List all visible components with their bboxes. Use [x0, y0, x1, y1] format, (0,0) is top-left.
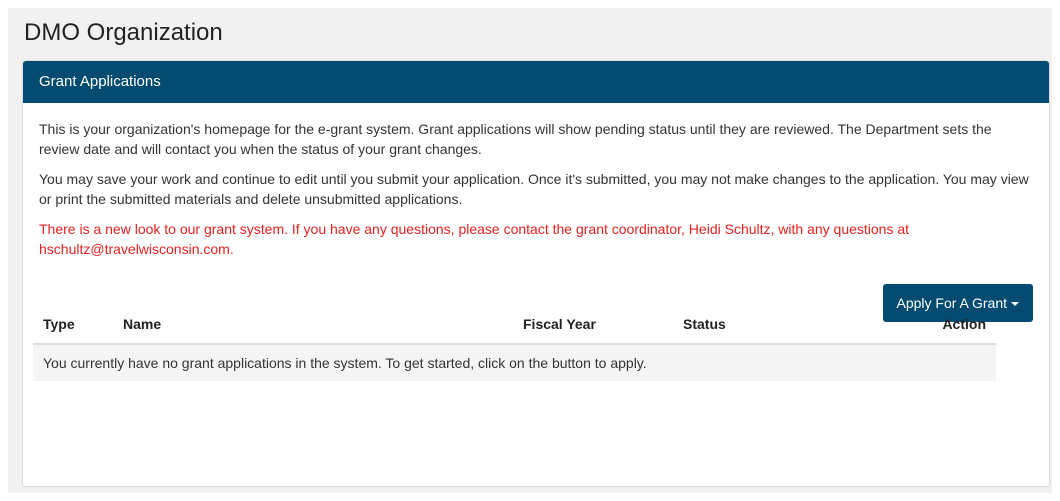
- column-header-fiscal-year: Fiscal Year: [513, 304, 673, 345]
- column-header-name: Name: [113, 304, 513, 345]
- page-title: DMO Organization: [24, 19, 223, 46]
- instructions-paragraph: You may save your work and continue to e…: [39, 171, 1029, 207]
- grant-applications-panel: Grant Applications This is your organiza…: [22, 60, 1050, 487]
- panel-header: Grant Applications: [23, 61, 1049, 103]
- grant-applications-table: Type Name Fiscal Year Status Action You …: [33, 304, 996, 381]
- column-header-status: Status: [673, 304, 823, 345]
- table-empty-row: You currently have no grant applications…: [33, 344, 996, 381]
- column-header-action: Action: [823, 304, 996, 345]
- column-header-type: Type: [33, 304, 113, 345]
- caret-down-icon: [1011, 302, 1019, 307]
- empty-table-message: You currently have no grant applications…: [33, 344, 996, 381]
- table-header-row: Type Name Fiscal Year Status Action: [33, 304, 996, 345]
- notice-paragraph: There is a new look to our grant system.…: [39, 221, 910, 257]
- panel-body: This is your organization's homepage for…: [23, 103, 1049, 259]
- intro-paragraph: This is your organization's homepage for…: [39, 121, 992, 157]
